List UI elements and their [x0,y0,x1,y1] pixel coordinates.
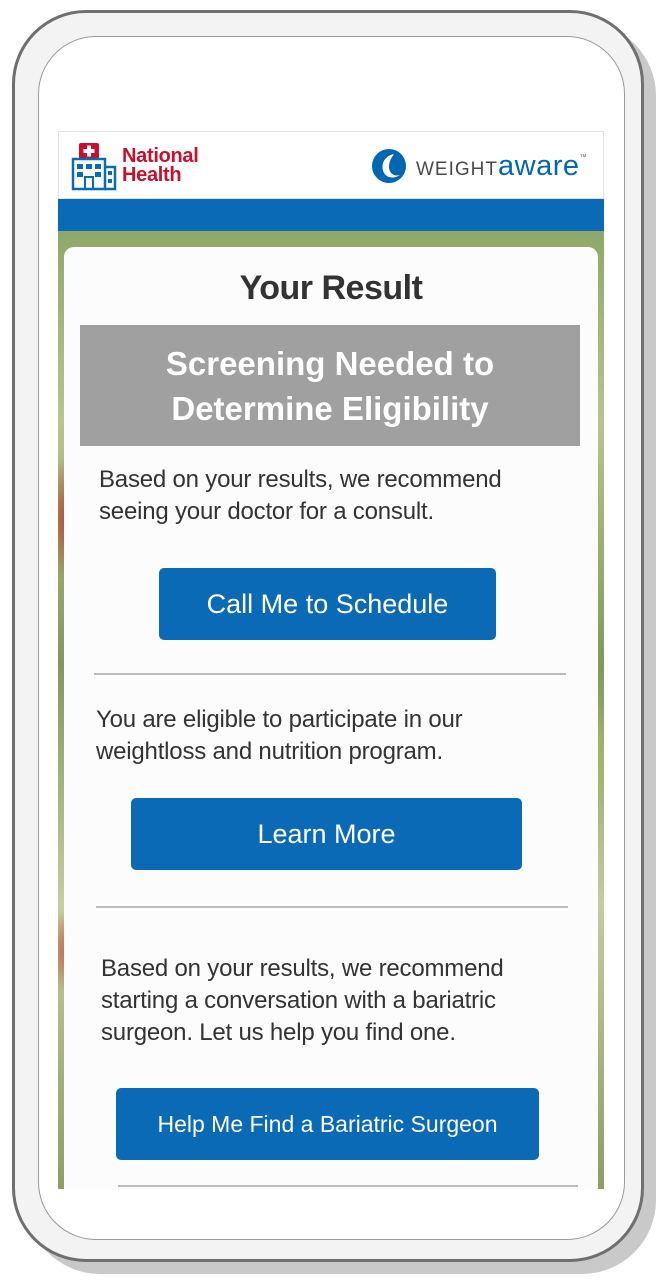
text-line: You are eligible to participate in our [96,706,463,733]
app-header: National Health WEIGHTaware™ [58,131,604,199]
hospital-icon [71,143,117,191]
weightaware-swirl-icon [372,149,406,183]
weightaware-wordmark: WEIGHTaware™ [416,150,587,183]
national-health-line2: Health [122,164,182,186]
app-screen: National Health WEIGHTaware™ Your Result… [58,131,604,1189]
text-line: Based on your results, we recommend [101,955,504,982]
eligibility-text-program: You are eligible to participate in our w… [96,704,576,768]
text-line: starting a conversation with a bariatric [101,987,496,1014]
section-divider [96,906,568,908]
call-me-to-schedule-button[interactable]: Call Me to Schedule [159,568,496,640]
section-divider [118,1185,578,1187]
status-banner: Screening Needed to Determine Eligibilit… [80,325,580,446]
text-line: weightloss and nutrition program. [96,738,443,765]
text-line: seeing your doctor for a consult. [99,498,434,525]
text-line: surgeon. Let us help you find one. [101,1019,456,1046]
weightaware-word-weight: WEIGHT [416,158,498,180]
header-accent-bar [58,199,604,231]
recommendation-text-bariatric: Based on your results, we recommend star… [101,953,581,1049]
weightaware-logo[interactable]: WEIGHTaware™ [370,146,587,186]
page-title: Your Result [239,269,423,307]
national-health-logo[interactable]: National Health [69,138,199,194]
status-line1: Screening Needed to [165,344,495,382]
find-bariatric-surgeon-button[interactable]: Help Me Find a Bariatric Surgeon [116,1088,539,1160]
recommendation-text-consult: Based on your results, we recommend seei… [99,464,569,528]
weightaware-word-aware: aware [498,149,580,182]
section-divider [94,673,566,675]
trademark-symbol: ™ [579,153,587,161]
learn-more-button[interactable]: Learn More [131,798,522,870]
national-health-wordmark: National Health [122,146,199,186]
status-line2: Determine Eligibility [171,389,489,427]
text-line: Based on your results, we recommend [99,466,502,493]
